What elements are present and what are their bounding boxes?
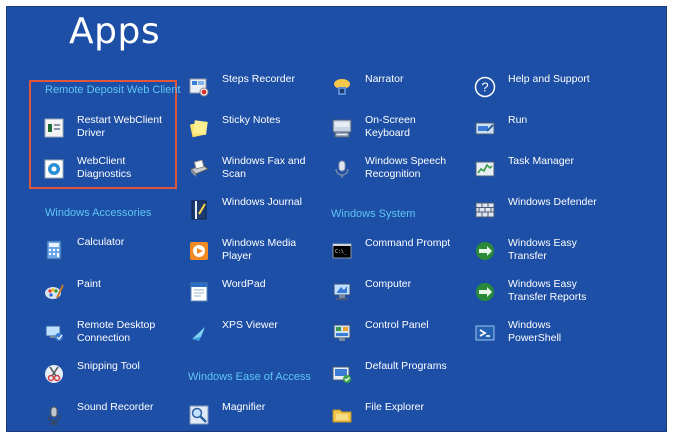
- svg-text:C:\_: C:\_: [335, 249, 348, 255]
- webclient-driver-icon: [43, 117, 65, 139]
- fax-scanner-icon: [188, 158, 210, 180]
- app-tile-webclient-diagnostics[interactable]: WebClient Diagnostics: [43, 154, 193, 188]
- app-label: On-Screen Keyboard: [365, 114, 416, 139]
- app-label: Task Manager: [508, 155, 574, 167]
- easy-transfer-icon: [474, 240, 496, 262]
- scissors-icon: [43, 363, 65, 385]
- speech-microphone-icon: [331, 158, 353, 180]
- webclient-diagnostics-icon: [43, 158, 65, 180]
- app-tile-steps-recorder[interactable]: Steps Recorder: [188, 72, 338, 106]
- app-label: Windows Speech Recognition: [365, 155, 447, 180]
- app-tile-sound-recorder[interactable]: Sound Recorder: [43, 400, 193, 431]
- run-icon: [474, 117, 496, 139]
- app-tile-windows-powershell[interactable]: Windows PowerShell: [474, 318, 624, 352]
- app-label: Windows Easy Transfer: [508, 237, 577, 262]
- microphone-icon: [43, 404, 65, 426]
- app-tile-snipping-tool[interactable]: Snipping Tool: [43, 359, 193, 393]
- group-header-system: Windows System: [331, 208, 416, 220]
- app-label: Magnifier: [222, 401, 266, 413]
- group-header-remote-deposit: Remote Deposit Web Client: [45, 84, 181, 96]
- magnifier-icon: [188, 404, 210, 426]
- app-tile-windows-speech-recognition[interactable]: Windows Speech Recognition: [331, 154, 481, 188]
- xps-viewer-icon: [188, 322, 210, 344]
- app-tile-windows-defender[interactable]: Windows Defender: [474, 195, 624, 229]
- app-label: Windows Fax and Scan: [222, 155, 306, 180]
- sticky-note-icon: [188, 117, 210, 139]
- folder-icon: [331, 404, 353, 426]
- app-tile-narrator[interactable]: Narrator: [331, 72, 481, 106]
- wordpad-icon: [188, 281, 210, 303]
- app-label: Control Panel: [365, 319, 429, 331]
- app-tile-on-screen-keyboard[interactable]: On-Screen Keyboard: [331, 113, 481, 147]
- app-label: Run: [508, 114, 528, 126]
- app-tile-default-programs[interactable]: Default Programs: [331, 359, 481, 393]
- app-tile-windows-media-player[interactable]: Windows Media Player: [188, 236, 338, 270]
- app-label: Command Prompt: [365, 237, 451, 249]
- journal-icon: [188, 199, 210, 221]
- computer-icon: [331, 281, 353, 303]
- app-tile-restart-webclient-driver[interactable]: Restart WebClient Driver: [43, 113, 193, 147]
- app-label: Calculator: [77, 236, 125, 248]
- app-label: Sticky Notes: [222, 114, 281, 126]
- group-header-accessories: Windows Accessories: [45, 207, 152, 219]
- help-icon: ?: [474, 76, 496, 98]
- app-tile-command-prompt[interactable]: C:\_ Command Prompt: [331, 236, 481, 270]
- media-player-icon: [188, 240, 210, 262]
- calculator-icon: [43, 239, 65, 261]
- apps-screen: Apps Remote Deposit Web Client Windows A…: [6, 6, 667, 432]
- powershell-icon: [474, 322, 496, 344]
- page-title: Apps: [69, 11, 161, 52]
- app-label: XPS Viewer: [222, 319, 278, 331]
- app-tile-wordpad[interactable]: WordPad: [188, 277, 338, 311]
- default-programs-icon: [331, 363, 353, 385]
- app-label: Help and Support: [508, 73, 590, 85]
- app-tile-run[interactable]: Run: [474, 113, 624, 147]
- group-header-ease-of-access: Windows Ease of Access: [188, 371, 311, 383]
- app-tile-task-manager[interactable]: Task Manager: [474, 154, 624, 188]
- app-tile-control-panel[interactable]: Control Panel: [331, 318, 481, 352]
- narrator-icon: [331, 76, 353, 98]
- app-label: Windows Media Player: [222, 237, 297, 262]
- svg-text:?: ?: [481, 80, 488, 95]
- steps-recorder-icon: [188, 76, 210, 98]
- app-tile-sticky-notes[interactable]: Sticky Notes: [188, 113, 338, 147]
- app-tile-windows-easy-transfer[interactable]: Windows Easy Transfer: [474, 236, 624, 270]
- app-tile-file-explorer[interactable]: File Explorer: [331, 400, 481, 431]
- app-label: Computer: [365, 278, 412, 290]
- app-tile-windows-journal[interactable]: Windows Journal: [188, 195, 338, 229]
- app-tile-paint[interactable]: Paint: [43, 277, 193, 311]
- easy-transfer-reports-icon: [474, 281, 496, 303]
- app-label: Sound Recorder: [77, 401, 154, 413]
- app-label: Windows Defender: [508, 196, 597, 208]
- app-tile-xps-viewer[interactable]: XPS Viewer: [188, 318, 338, 352]
- defender-wall-icon: [474, 199, 496, 221]
- app-tile-help-and-support[interactable]: ? Help and Support: [474, 72, 624, 106]
- app-label: Windows Journal: [222, 196, 302, 208]
- app-tile-magnifier[interactable]: Magnifier: [188, 400, 338, 431]
- app-label: WordPad: [222, 278, 266, 290]
- app-label: Steps Recorder: [222, 73, 295, 85]
- app-tile-windows-easy-transfer-reports[interactable]: Windows Easy Transfer Reports: [474, 277, 624, 311]
- command-prompt-icon: C:\_: [331, 240, 353, 262]
- app-label: Default Programs: [365, 360, 447, 372]
- app-label: Restart WebClient Driver: [77, 114, 163, 139]
- app-tile-remote-desktop-connection[interactable]: Remote Desktop Connection: [43, 318, 193, 352]
- remote-desktop-icon: [43, 322, 65, 344]
- app-label: Narrator: [365, 73, 404, 85]
- app-label: Windows Easy Transfer Reports: [508, 278, 587, 303]
- task-manager-icon: [474, 158, 496, 180]
- app-label: Windows PowerShell: [508, 319, 562, 344]
- app-label: Remote Desktop Connection: [77, 319, 156, 344]
- keyboard-icon: [331, 117, 353, 139]
- app-tile-calculator[interactable]: Calculator: [43, 235, 193, 269]
- app-tile-computer[interactable]: Computer: [331, 277, 481, 311]
- app-label: File Explorer: [365, 401, 424, 413]
- app-tile-windows-fax-and-scan[interactable]: Windows Fax and Scan: [188, 154, 338, 188]
- paint-palette-icon: [43, 281, 65, 303]
- control-panel-icon: [331, 322, 353, 344]
- app-label: Snipping Tool: [77, 360, 140, 372]
- app-label: Paint: [77, 278, 101, 290]
- app-label: WebClient Diagnostics: [77, 155, 132, 180]
